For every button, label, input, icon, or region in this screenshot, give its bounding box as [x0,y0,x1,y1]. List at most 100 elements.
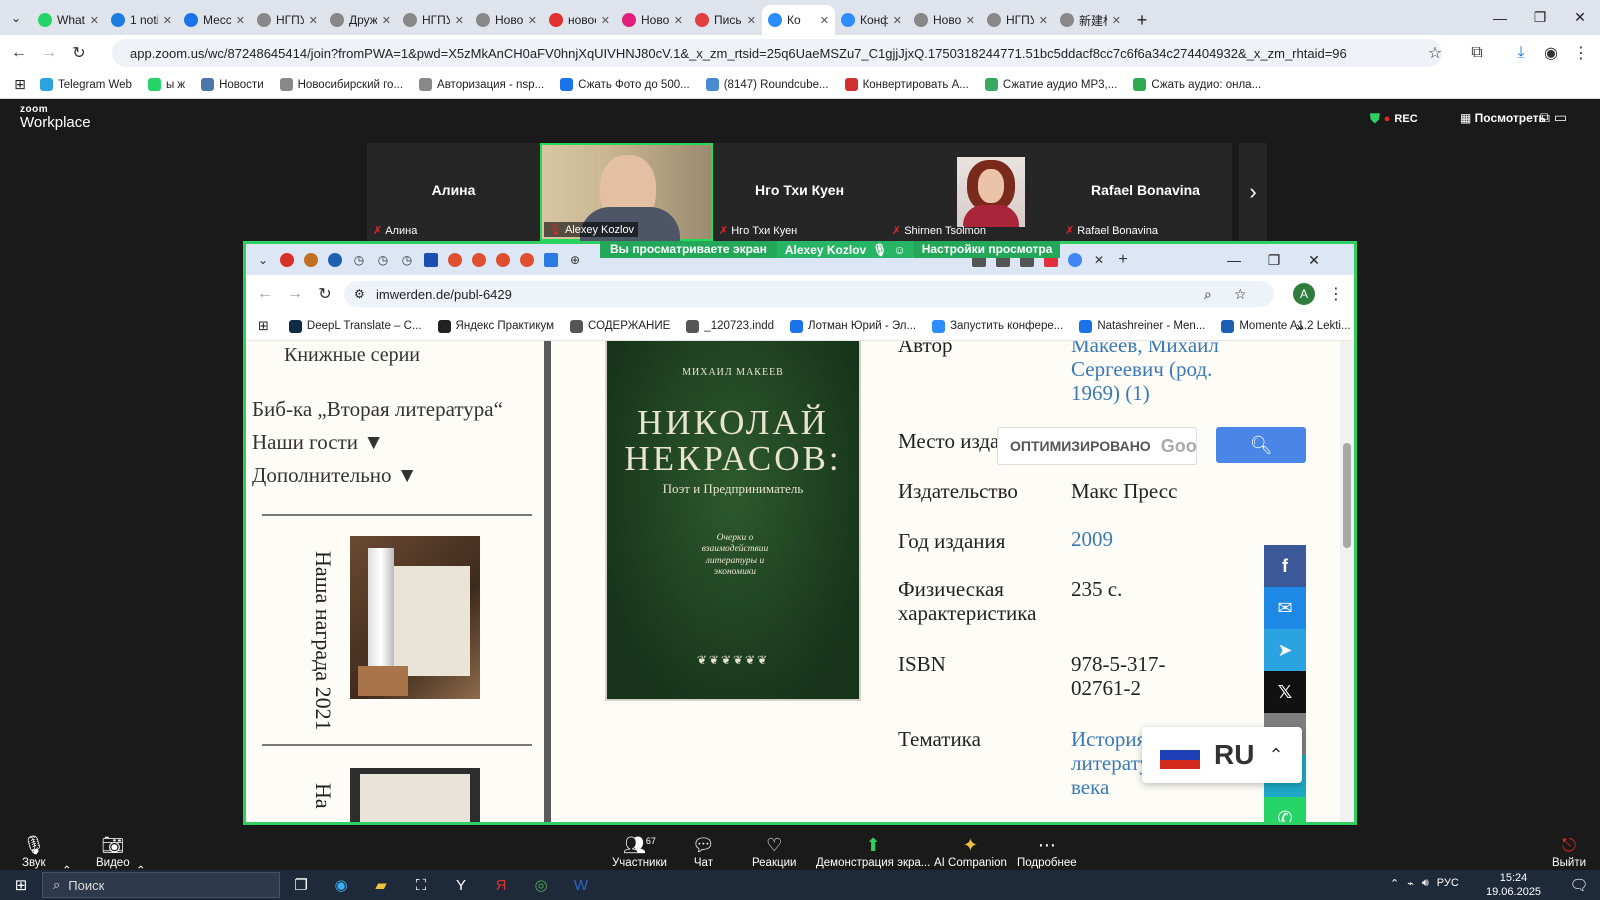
host-tab[interactable]: Новое ✕ [616,5,689,35]
more-button[interactable]: ⋯ Подробнее [1017,827,1077,869]
close-tab-icon[interactable]: ✕ [382,14,391,27]
explorer-icon[interactable]: ▰ [368,873,394,897]
menu-book-series[interactable]: Книжные серии [284,344,420,367]
menu-our-guests[interactable]: Наши гости ▼ [252,430,384,455]
host-tab[interactable]: Новос ✕ [470,5,543,35]
close-tab-icon[interactable]: ✕ [601,14,610,27]
view-settings-button[interactable]: Настройки просмотра [913,241,1061,258]
host-bookmark[interactable]: ы ж [147,78,185,91]
leave-button[interactable]: ⎋ Выйти [1552,827,1586,869]
close-tab-icon[interactable]: ✕ [236,14,245,27]
host-bookmark[interactable]: (8147) Roundcube... [705,78,829,91]
participant-tile[interactable]: ✗ Shirnen Tsolmon [886,143,1059,241]
menu-icon[interactable]: ⋮ [1566,38,1596,68]
host-tab[interactable]: Дружб ✕ [324,5,397,35]
google-search-input[interactable]: ОПТИМИЗИРОВАНО Goo [997,427,1197,465]
word-icon[interactable]: W [568,873,594,897]
host-tab[interactable]: Новос ✕ [908,5,981,35]
participant-tile[interactable]: Нгo Тхи Куен ✗ Нгo Тхи Куен [713,143,886,241]
close-tab-icon[interactable]: ✕ [309,14,318,27]
x-icon[interactable]: 𝕏 [1264,671,1306,713]
red-circle-icon[interactable] [468,249,490,271]
tab-search-icon[interactable]: ⌄ [0,0,32,35]
chat-button[interactable]: 💬︎ Чат [692,827,715,869]
doc-icon[interactable] [420,249,442,271]
language-selector[interactable]: RU ⌃ [1142,727,1302,783]
close-tab-icon[interactable]: ✕ [747,14,756,27]
zoom-magnifier-icon[interactable]: ⌕ [1204,286,1212,303]
inner-bookmark[interactable]: СОДЕРЖАНИЕ [570,319,670,333]
back-icon[interactable]: ← [4,38,34,68]
yandex-icon[interactable]: Я [488,873,514,897]
participants-button[interactable]: 👥︎67 Участники [612,827,667,869]
windows-start-icon[interactable]: ⊞ [8,873,34,897]
book-cover[interactable]: МИХАИЛ МАКЕЕВ НИКОЛАЙ НЕКРАСОВ: Поэт и П… [605,341,861,701]
task-view-icon[interactable]: ❐ [288,873,314,897]
host-tab[interactable]: НГПУ р ✕ [251,5,324,35]
profile-avatar[interactable]: A [1293,283,1315,305]
author-link[interactable]: Макеев, Михаил Сергеевич (род. 1969) (1) [1071,341,1236,405]
bookmark-star-icon[interactable]: ☆ [1234,286,1247,303]
extensions-icon[interactable]: ⧉ [1462,38,1492,68]
host-tab[interactable]: WhatsA ✕ [32,5,105,35]
dropbox-icon[interactable] [540,249,562,271]
host-tab[interactable]: 1 notifi ✕ [105,5,178,35]
apps-icon[interactable]: ⊞ [0,76,40,93]
facebook-icon[interactable]: f [1264,545,1306,587]
clock-icon[interactable]: ◷ [372,249,394,271]
bookmark-star-icon[interactable]: ☆ [1420,38,1450,68]
view-button[interactable]: ▦ Посмотреть [1460,111,1546,125]
back-icon[interactable]: ← [250,279,280,309]
profile-icon[interactable]: ◉ [1536,38,1566,68]
clock-icon[interactable]: ◷ [396,249,418,271]
inner-bookmark[interactable]: Momente A1.2 Lekti... [1221,319,1351,333]
participant-tile[interactable]: Rafael Bonavina ✗ Rafael Bonavina [1059,143,1232,241]
close-tab-icon[interactable]: ✕ [455,14,464,27]
reload-icon[interactable]: ↻ [310,279,340,309]
restore-icon[interactable]: ❐ [1256,248,1292,272]
year-link[interactable]: 2009 [1071,527,1113,552]
close-tab-icon[interactable]: ✕ [674,14,683,27]
reactions-button[interactable]: ♡ Реакции [752,827,796,869]
menu-additional[interactable]: Дополнительно ▼ [252,463,418,488]
messenger-icon[interactable]: ✉ [1264,587,1306,629]
inner-bookmark[interactable]: _120723.indd [686,319,774,333]
host-tab[interactable]: 新建标 ✕ [1054,5,1127,35]
award-image[interactable] [350,536,480,699]
gmail-icon[interactable] [276,249,298,271]
search-button[interactable]: 🔍︎ [1216,427,1306,463]
close-window-icon[interactable]: ✕ [1296,248,1332,272]
chrome-icon[interactable]: ◎ [528,873,554,897]
yandex-browser-icon[interactable]: Y [448,873,474,897]
edge-icon[interactable]: ◉ [328,873,354,897]
window-layout-icons[interactable]: ⧉ ▭ [1540,109,1567,126]
menu-icon[interactable]: ⋮ [1321,279,1351,309]
telegram-icon[interactable]: ➤ [1264,629,1306,671]
restore-icon[interactable]: ❐ [1520,0,1560,35]
close-tab-icon[interactable]: ✕ [820,14,829,27]
host-tab[interactable]: новое ✕ [543,5,616,35]
download-icon[interactable]: ⤓ [1506,38,1536,68]
more-bookmarks-icon[interactable]: » [1296,318,1304,334]
site-info-icon[interactable]: ⚙ [354,287,365,301]
input-language[interactable]: РУС [1437,877,1459,890]
close-window-icon[interactable]: ✕ [1560,0,1600,35]
audio-button[interactable]: 🎙︎ Звук [22,827,46,869]
scrollbar-thumb[interactable] [1343,443,1351,548]
page-scrollbar[interactable] [1340,341,1354,822]
inner-bookmark[interactable]: DeepL Translate – С... [288,319,422,333]
host-tab[interactable]: Письм ✕ [689,5,762,35]
minimize-icon[interactable]: — [1216,248,1252,272]
host-bookmark[interactable]: Сжать Фото до 500... [560,78,690,91]
host-bookmark[interactable]: Сжать аудио: онла... [1133,78,1261,91]
participant-tile[interactable]: 🎙︎ Alexey Kozlov [540,143,713,241]
minimize-icon[interactable]: — [1480,0,1520,35]
host-bookmark[interactable]: Авторизация - nsp... [419,78,544,91]
next-tiles-arrow-icon[interactable]: › [1239,143,1267,241]
apps-icon[interactable]: ⊞ [258,318,269,334]
home-icon[interactable] [300,249,322,271]
red-circle-icon[interactable] [492,249,514,271]
video-button[interactable]: 📷︎ Видео [96,827,130,869]
host-tab[interactable]: НГПУ 3 ✕ [981,5,1054,35]
new-tab-button[interactable]: + [1127,5,1157,35]
